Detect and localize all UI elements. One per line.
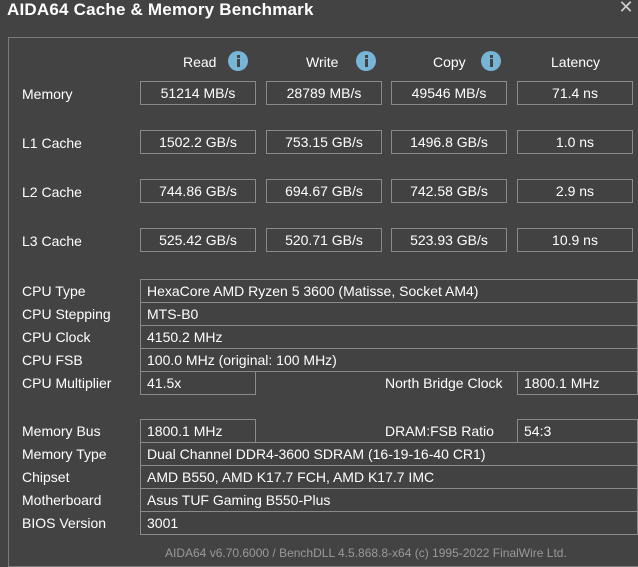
memory-read-value: 51214 MB/s xyxy=(140,81,256,105)
dram-fsb-ratio-value: 54:3 xyxy=(517,419,638,443)
l1-copy-value: 1496.8 GB/s xyxy=(391,130,507,154)
l2-write-value: 694.67 GB/s xyxy=(266,179,382,203)
window-title: AIDA64 Cache & Memory Benchmark xyxy=(7,0,314,19)
cpu-fsb-value: 100.0 MHz (original: 100 MHz) xyxy=(140,348,638,372)
cpu-multiplier-label: CPU Multiplier xyxy=(22,375,112,391)
column-header-write: Write xyxy=(306,54,339,70)
memory-bus-value: 1800.1 MHz xyxy=(140,419,256,443)
row-label: Memory xyxy=(22,86,73,102)
memory-copy-value: 49546 MB/s xyxy=(391,81,507,105)
column-header-copy: Copy xyxy=(433,54,466,70)
l1-write-value: 753.15 GB/s xyxy=(266,130,382,154)
info-icon[interactable] xyxy=(481,51,501,71)
memory-bus-label: Memory Bus xyxy=(22,423,101,439)
l3-copy-value: 523.93 GB/s xyxy=(391,228,507,252)
cpu-type-value: HexaCore AMD Ryzen 5 3600 (Matisse, Sock… xyxy=(140,279,638,303)
l1-latency-value: 1.0 ns xyxy=(517,130,633,154)
bios-version-value: 3001 xyxy=(140,511,638,535)
l2-read-value: 744.86 GB/s xyxy=(140,179,256,203)
info-icon[interactable] xyxy=(228,51,248,71)
cpu-fsb-label: CPU FSB xyxy=(22,352,83,368)
cpu-stepping-value: MTS-B0 xyxy=(140,302,638,326)
l2-copy-value: 742.58 GB/s xyxy=(391,179,507,203)
row-label: L1 Cache xyxy=(22,135,82,151)
row-label: L3 Cache xyxy=(22,233,82,249)
cpu-stepping-label: CPU Stepping xyxy=(22,306,111,322)
north-bridge-clock-label: North Bridge Clock xyxy=(385,375,503,391)
motherboard-label: Motherboard xyxy=(22,492,102,508)
row-label: L2 Cache xyxy=(22,184,82,200)
l1-read-value: 1502.2 GB/s xyxy=(140,130,256,154)
l3-latency-value: 10.9 ns xyxy=(517,228,633,252)
cpu-clock-label: CPU Clock xyxy=(22,329,91,345)
memory-write-value: 28789 MB/s xyxy=(266,81,382,105)
footer-version-text: AIDA64 v6.70.6000 / BenchDLL 4.5.868.8-x… xyxy=(165,546,567,560)
column-header-latency: Latency xyxy=(551,54,601,70)
memory-type-value: Dual Channel DDR4-3600 SDRAM (16-19-16-4… xyxy=(140,442,638,466)
l3-write-value: 520.71 GB/s xyxy=(266,228,382,252)
dram-fsb-ratio-label: DRAM:FSB Ratio xyxy=(385,423,494,439)
cpu-type-label: CPU Type xyxy=(22,283,86,299)
cpu-clock-value: 4150.2 MHz xyxy=(140,325,638,349)
bios-version-label: BIOS Version xyxy=(22,515,107,531)
chipset-value: AMD B550, AMD K17.7 FCH, AMD K17.7 IMC xyxy=(140,465,638,489)
close-icon[interactable]: ✕ xyxy=(616,0,636,17)
chipset-label: Chipset xyxy=(22,469,70,485)
north-bridge-clock-value: 1800.1 MHz xyxy=(517,371,638,395)
motherboard-value: Asus TUF Gaming B550-Plus xyxy=(140,488,638,512)
cpu-multiplier-value: 41.5x xyxy=(140,371,256,395)
memory-type-label: Memory Type xyxy=(22,446,107,462)
column-header-read: Read xyxy=(183,54,217,70)
memory-latency-value: 71.4 ns xyxy=(517,81,633,105)
info-icon[interactable] xyxy=(356,51,376,71)
l2-latency-value: 2.9 ns xyxy=(517,179,633,203)
l3-read-value: 525.42 GB/s xyxy=(140,228,256,252)
